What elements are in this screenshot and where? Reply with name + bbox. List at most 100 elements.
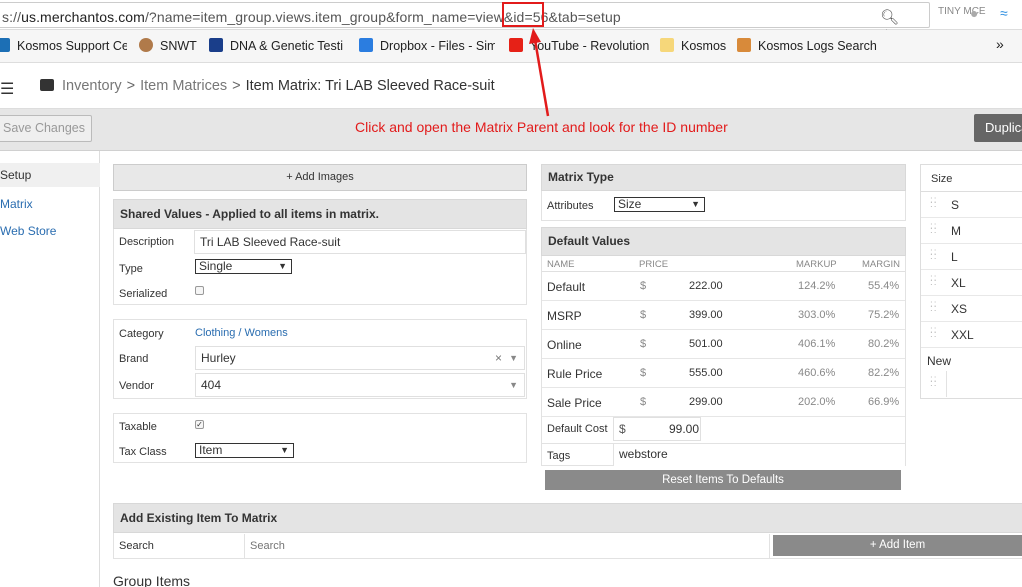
add-item-button[interactable]: + Add Item: [773, 535, 1022, 556]
sidebar-item-setup[interactable]: Setup: [0, 163, 100, 187]
defaults-table-header: NAME PRICE MARKUP MARGIN: [542, 257, 905, 272]
breadcrumb-separator: >: [126, 78, 136, 94]
drag-handle-icon[interactable]: ::::: [930, 274, 937, 289]
drag-handle-icon[interactable]: ::::: [930, 375, 937, 390]
attributes-select[interactable]: Size ▼: [614, 197, 705, 212]
row-price[interactable]: 501.00: [689, 338, 723, 350]
category-link[interactable]: Clothing / Womens: [195, 327, 288, 339]
extension-circle-icon[interactable]: ●: [970, 5, 978, 21]
attributes-label: Attributes: [547, 200, 594, 212]
row-price[interactable]: 299.00: [689, 396, 723, 408]
default-cost-currency: $: [619, 422, 626, 436]
bookmark-label: DNA & Genetic Testi: [230, 39, 344, 53]
bookmarks-bar: Kosmos Support Cen SNWT DNA & Genetic Te…: [0, 30, 1022, 63]
description-field[interactable]: Tri LAB Sleeved Race-suit: [194, 230, 526, 254]
bookmark-kosmos-logs[interactable]: Kosmos Logs Search: [737, 38, 877, 53]
drag-handle-icon[interactable]: ::::: [930, 300, 937, 315]
row-margin: 82.2%: [868, 367, 900, 379]
breadcrumb: Inventory > Item Matrices > Item Matrix: Tri…: [40, 78, 495, 94]
size-value[interactable]: L: [951, 250, 958, 264]
brand-field[interactable]: Hurley × ▼: [195, 346, 525, 370]
breadcrumb-item-matrices[interactable]: Item Matrices: [140, 78, 227, 94]
app-header: ☰ Inventory > Item Matrices > Item Matrix: T…: [0, 63, 1022, 109]
size-row[interactable]: :::: XL: [921, 270, 1022, 296]
row-name: Online: [547, 338, 582, 352]
add-images-label: + Add Images: [286, 171, 354, 183]
extension-feather-icon[interactable]: ≈: [1000, 5, 1008, 21]
row-price[interactable]: 222.00: [689, 280, 723, 292]
tax-class-select[interactable]: Item ▼: [195, 443, 294, 458]
size-row[interactable]: :::: M: [921, 218, 1022, 244]
default-cost-field[interactable]: $99.00: [613, 417, 701, 441]
bookmark-dna[interactable]: DNA & Genetic Testi: [209, 38, 346, 53]
save-changes-button[interactable]: Save Changes: [0, 115, 92, 142]
attributes-value: Size: [618, 197, 642, 211]
default-values-header: Default Values: [541, 227, 906, 256]
table-row: Sale Price $ 299.00 202.0% 66.9%: [542, 388, 905, 417]
row-price[interactable]: 399.00: [689, 309, 723, 321]
brand-label: Brand: [119, 353, 149, 365]
size-row[interactable]: :::: L: [921, 244, 1022, 270]
sidebar-item-web-store[interactable]: Web Store: [0, 224, 56, 238]
add-existing-header: Add Existing Item To Matrix: [113, 503, 1022, 533]
table-row: MSRP $ 399.00 303.0% 75.2%: [542, 301, 905, 330]
vendor-field[interactable]: 404 ▼: [195, 373, 525, 397]
bookmark-kosmos-support[interactable]: Kosmos Support Cen: [0, 38, 127, 53]
add-images-button[interactable]: + Add Images: [113, 164, 527, 191]
hamburger-menu-icon[interactable]: ☰: [0, 79, 14, 99]
bookmark-kosmos[interactable]: Kosmos: [660, 38, 730, 53]
row-currency: $: [640, 309, 647, 321]
row-name: Sale Price: [547, 396, 602, 410]
drag-handle-icon[interactable]: ::::: [930, 196, 937, 211]
clear-icon[interactable]: ×: [495, 347, 502, 369]
type-select[interactable]: Single ▼: [195, 259, 292, 274]
address-bar[interactable]: s://us.merchantos.com/?name=item_group.v…: [0, 2, 930, 44]
chevron-down-icon: ▼: [509, 380, 518, 390]
size-row[interactable]: :::: XXL: [921, 322, 1022, 348]
row-price[interactable]: 555.00: [689, 367, 723, 379]
size-value[interactable]: M: [951, 224, 961, 238]
taxable-checkbox[interactable]: ✓: [195, 420, 204, 429]
drag-handle-icon[interactable]: ::::: [930, 222, 937, 237]
tax-class-value: Item: [199, 443, 223, 457]
size-row[interactable]: :::: S: [921, 192, 1022, 218]
description-label: Description: [119, 236, 175, 248]
drag-handle-icon[interactable]: ::::: [930, 326, 937, 341]
row-margin: 80.2%: [868, 338, 900, 350]
drag-handle-icon[interactable]: ::::: [930, 248, 937, 263]
action-toolbar: Save Changes Click and open the Matrix P…: [0, 109, 1022, 151]
table-row: Online $ 501.00 406.1% 80.2%: [542, 330, 905, 359]
new-size-row[interactable]: ::::: [921, 371, 1022, 397]
zoom-icon[interactable]: 🔍︎: [880, 9, 899, 26]
serialized-checkbox[interactable]: [195, 286, 204, 295]
side-nav: Setup Matrix Web Store: [0, 151, 100, 587]
reset-items-button[interactable]: Reset Items To Defaults: [545, 470, 901, 490]
bookmark-label: Kosmos Logs Search: [758, 39, 877, 53]
size-value[interactable]: XXL: [951, 328, 974, 342]
size-value[interactable]: S: [951, 198, 959, 212]
bookmark-dropbox[interactable]: Dropbox - Files - Sim: [359, 38, 495, 53]
row-margin: 55.4%: [868, 280, 900, 292]
row-name: MSRP: [547, 309, 582, 323]
bookmarks-more-button[interactable]: »: [996, 36, 1004, 52]
duplicate-button[interactable]: Duplica: [974, 114, 1022, 142]
type-label: Type: [119, 263, 143, 275]
row-markup: 202.0%: [798, 396, 836, 408]
search-input[interactable]: [244, 534, 770, 558]
matrix-type-panel: [541, 191, 906, 221]
new-size-input[interactable]: [946, 371, 1022, 397]
row-markup: 124.2%: [798, 280, 836, 292]
vendor-value: 404: [201, 378, 222, 392]
bookmark-snwt[interactable]: SNWT: [139, 38, 199, 53]
tags-field[interactable]: webstore: [613, 444, 905, 466]
size-value[interactable]: XL: [951, 276, 966, 290]
size-row[interactable]: :::: XS: [921, 296, 1022, 322]
row-name: Default: [547, 280, 586, 294]
sidebar-item-matrix[interactable]: Matrix: [0, 197, 33, 211]
url-prefix: s://: [2, 9, 22, 25]
breadcrumb-inventory[interactable]: Inventory: [62, 78, 122, 94]
row-margin: 75.2%: [868, 309, 900, 321]
row-markup: 460.6%: [798, 367, 836, 379]
size-value[interactable]: XS: [951, 302, 967, 316]
row-currency: $: [640, 338, 647, 350]
